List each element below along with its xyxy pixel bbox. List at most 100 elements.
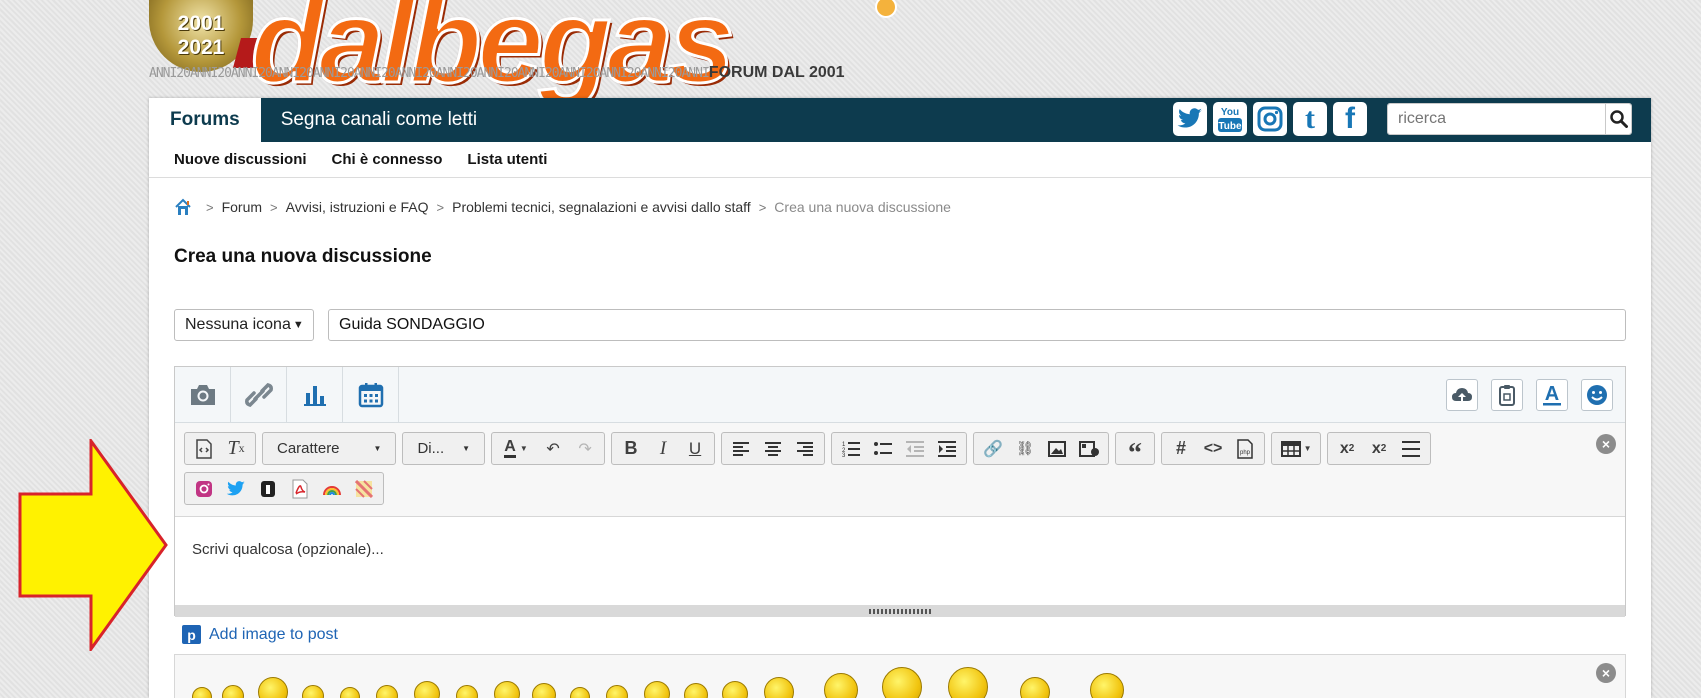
- home-icon[interactable]: [174, 198, 192, 216]
- pdf-icon[interactable]: [285, 475, 315, 503]
- breadcrumb-problemi[interactable]: Problemi tecnici, segnalazioni e avvisi …: [452, 199, 751, 215]
- instagram-embed-icon[interactable]: [189, 475, 219, 503]
- link-button[interactable]: [231, 367, 287, 423]
- insert-link-icon[interactable]: 🔗: [978, 435, 1008, 463]
- tumblr-icon[interactable]: t: [1293, 102, 1327, 136]
- toolbar-group-code: # <> php: [1161, 432, 1266, 465]
- smiley-button[interactable]: [1581, 379, 1613, 411]
- indent-icon[interactable]: [932, 435, 962, 463]
- smiley-icon[interactable]: [1020, 677, 1050, 698]
- search-button[interactable]: [1605, 104, 1631, 134]
- text-color-icon[interactable]: A ▼: [496, 435, 536, 463]
- attachment-right-tools: A: [1446, 379, 1613, 411]
- breadcrumb-forum[interactable]: Forum: [222, 199, 262, 215]
- font-family-dropdown[interactable]: Carattere ▼: [262, 432, 397, 465]
- align-right-icon[interactable]: [790, 435, 820, 463]
- horizontal-line-icon[interactable]: [1396, 435, 1426, 463]
- smiley-icon[interactable]: [222, 685, 244, 698]
- underline-icon[interactable]: U: [680, 435, 710, 463]
- smiley-icon[interactable]: [192, 687, 212, 698]
- tagline-text: FORUM DAL 2001: [708, 64, 845, 81]
- resize-grip-icon: [869, 608, 931, 614]
- superscript-icon[interactable]: x2: [1364, 435, 1394, 463]
- align-left-icon[interactable]: [726, 435, 756, 463]
- table-icon[interactable]: ▼: [1276, 435, 1316, 463]
- smiley-icon[interactable]: [340, 687, 360, 698]
- undo-icon[interactable]: ↶: [538, 435, 568, 463]
- message-textarea[interactable]: Scrivi qualcosa (opzionale)...: [175, 517, 1625, 605]
- thread-title-input[interactable]: [328, 309, 1626, 341]
- site-logo[interactable]: 2001 2021 dalbegas ANNI20ANNI20ANNI20ANN…: [149, 0, 901, 110]
- smiley-icon[interactable]: [414, 681, 440, 698]
- editor-resize-handle[interactable]: [175, 605, 1625, 617]
- smiley-icon[interactable]: [570, 687, 590, 698]
- rainbow-icon[interactable]: [317, 475, 347, 503]
- photo-button[interactable]: [175, 367, 231, 423]
- highlight-icon[interactable]: [349, 475, 379, 503]
- search-input[interactable]: [1388, 104, 1605, 134]
- postimage-icon: p: [182, 625, 201, 644]
- php-icon[interactable]: php: [1230, 435, 1260, 463]
- youtube-icon[interactable]: You Tube: [1213, 102, 1247, 136]
- smiley-icon[interactable]: [376, 685, 398, 698]
- upload-button[interactable]: [1446, 379, 1478, 411]
- twitter-icon[interactable]: [1173, 102, 1207, 136]
- poll-button[interactable]: [287, 367, 343, 423]
- svg-text:Tube: Tube: [1218, 121, 1242, 132]
- source-code-icon[interactable]: [189, 435, 219, 463]
- sub-navigation: Nuove discussioni Chi è connesso Lista u…: [149, 142, 1651, 178]
- twitter-embed-icon[interactable]: [221, 475, 251, 503]
- smiley-icon[interactable]: [722, 681, 748, 698]
- smiley-icon[interactable]: [258, 677, 288, 698]
- logo-wordmark: dalbegas: [250, 0, 737, 110]
- message-editor: A Tx Carattere ▼ Di... ▼ A ▼ ↶ ↷ B I U 1…: [174, 366, 1626, 617]
- smiley-icon[interactable]: [948, 667, 988, 698]
- smiley-icon[interactable]: [824, 673, 858, 698]
- link-who-online[interactable]: Chi è connesso: [332, 151, 443, 168]
- text-format-button[interactable]: A: [1536, 379, 1568, 411]
- smiley-icon[interactable]: [494, 681, 520, 698]
- smilies-close-button[interactable]: ×: [1596, 663, 1616, 683]
- chevron-down-icon: ▼: [373, 444, 382, 453]
- italic-icon[interactable]: I: [648, 435, 678, 463]
- hashtag-icon[interactable]: #: [1166, 435, 1196, 463]
- subscript-icon[interactable]: x2: [1332, 435, 1362, 463]
- quote-icon[interactable]: “: [1120, 435, 1150, 467]
- redo-icon[interactable]: ↷: [570, 435, 600, 463]
- smiley-icon[interactable]: [532, 683, 556, 698]
- smiley-icon[interactable]: [606, 685, 628, 698]
- font-size-dropdown[interactable]: Di... ▼: [402, 432, 486, 465]
- add-image-link[interactable]: p Add image to post: [182, 625, 338, 644]
- unordered-list-icon[interactable]: [868, 435, 898, 463]
- breadcrumb-separator: >: [206, 199, 214, 215]
- link-new-discussions[interactable]: Nuove discussioni: [174, 151, 307, 168]
- spoiler-icon[interactable]: [253, 475, 283, 503]
- post-icon-select[interactable]: Nessuna icona ▼: [174, 309, 314, 341]
- bold-icon[interactable]: B: [616, 435, 646, 463]
- insert-image-icon[interactable]: [1042, 435, 1072, 463]
- smiley-icon[interactable]: [644, 681, 670, 698]
- smiley-icon[interactable]: [1090, 673, 1124, 698]
- clear-format-icon[interactable]: Tx: [221, 435, 251, 463]
- ordered-list-icon[interactable]: 123: [836, 435, 866, 463]
- smiley-icon[interactable]: [684, 683, 708, 698]
- instagram-icon[interactable]: [1253, 102, 1287, 136]
- smiley-icon[interactable]: [302, 685, 324, 698]
- calendar-button[interactable]: [343, 367, 399, 423]
- tab-mark-read[interactable]: Segna canali come letti: [261, 98, 497, 142]
- outdent-icon[interactable]: [900, 435, 930, 463]
- insert-media-icon[interactable]: [1074, 435, 1104, 463]
- tab-forums[interactable]: Forums: [149, 98, 261, 142]
- link-user-list[interactable]: Lista utenti: [467, 151, 547, 168]
- breadcrumb-separator: >: [270, 199, 278, 215]
- remove-link-icon[interactable]: ⛓: [1010, 435, 1040, 463]
- smiley-icon[interactable]: [764, 677, 794, 698]
- breadcrumb-avvisi[interactable]: Avvisi, istruzioni e FAQ: [286, 199, 429, 215]
- smiley-icon[interactable]: [882, 667, 922, 698]
- smiley-icon[interactable]: [456, 685, 478, 698]
- code-icon[interactable]: <>: [1198, 435, 1228, 463]
- facebook-icon[interactable]: f: [1333, 102, 1367, 136]
- clipboard-button[interactable]: [1491, 379, 1523, 411]
- align-center-icon[interactable]: [758, 435, 788, 463]
- toolbar-close-button[interactable]: ×: [1596, 434, 1616, 454]
